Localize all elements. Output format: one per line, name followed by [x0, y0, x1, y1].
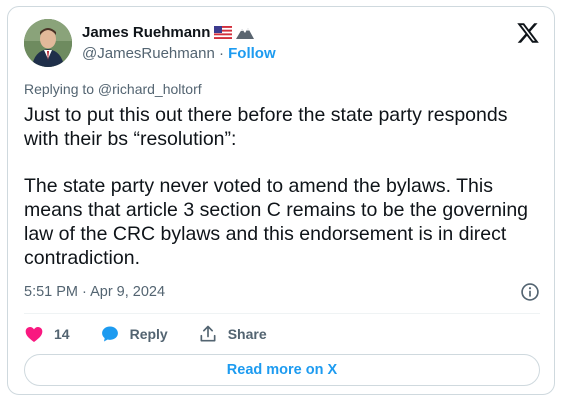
replying-to-text[interactable]: Replying to @richard_holtorf	[24, 81, 202, 97]
share-icon	[200, 325, 216, 342]
author-name-row: James Ruehmann	[82, 22, 255, 42]
divider	[24, 313, 540, 314]
reply-bubble-icon	[101, 326, 118, 342]
action-bar: 14 Reply Share	[24, 319, 297, 349]
tweet-card: James Ruehmann @JamesRuehmann · Follow R…	[7, 6, 555, 395]
handle-separator: ·	[218, 45, 224, 62]
x-logo-icon[interactable]	[516, 21, 540, 45]
us-flag-icon	[214, 25, 233, 39]
share-label: Share	[227, 326, 267, 342]
author-handle[interactable]: @JamesRuehmann	[82, 45, 215, 62]
tweet-timestamp[interactable]: 5:51 PM · Apr 9, 2024	[24, 284, 165, 300]
read-more-button[interactable]: Read more on X	[24, 354, 540, 386]
author-display-name[interactable]: James Ruehmann	[82, 24, 210, 41]
like-button[interactable]: 14	[24, 324, 70, 344]
tweet-body-text: Just to put this out there before the st…	[24, 104, 529, 269]
avatar[interactable]	[24, 19, 72, 67]
heart-icon	[25, 327, 43, 342]
info-icon[interactable]	[520, 282, 540, 302]
reply-button[interactable]: Reply	[100, 324, 168, 344]
mountain-icon	[236, 27, 255, 39]
follow-button[interactable]: Follow	[228, 45, 276, 62]
author-handle-row: @JamesRuehmann · Follow	[82, 45, 276, 62]
share-button[interactable]: Share	[198, 324, 267, 344]
like-count: 14	[54, 326, 70, 342]
avatar-image	[24, 19, 72, 67]
tweet-meta-row: 5:51 PM · Apr 9, 2024	[24, 281, 540, 303]
reply-label: Reply	[129, 326, 168, 342]
